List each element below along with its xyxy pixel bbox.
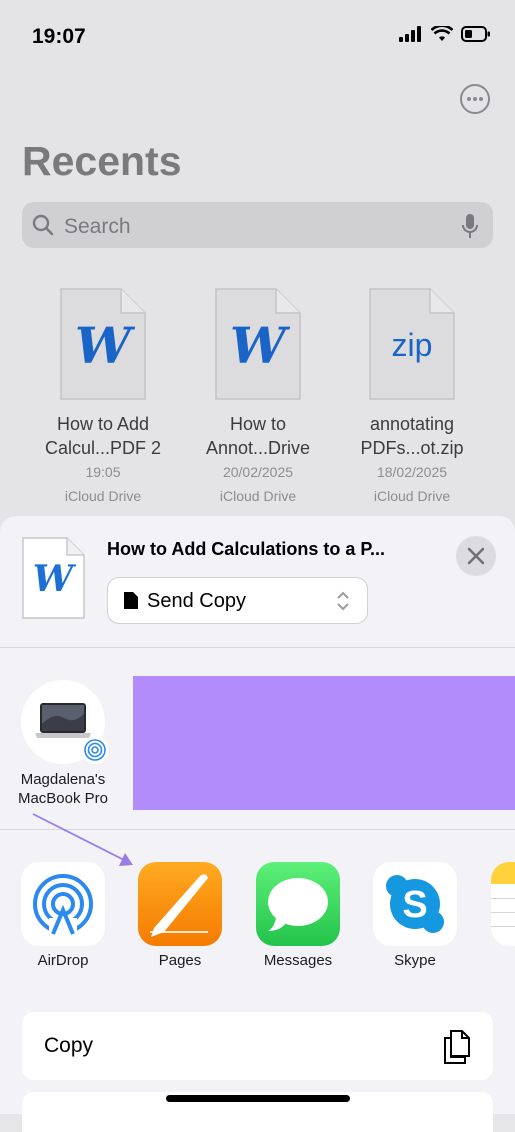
file-date: 18/02/2025 (376, 464, 448, 480)
skype-icon: S (373, 862, 457, 946)
battery-icon (461, 26, 490, 42)
copy-icon (444, 1030, 470, 1064)
airdrop-badge (81, 736, 109, 764)
shared-doc-title: How to Add Calculations to a P... (107, 539, 386, 559)
shared-doc-thumbnail: W (22, 537, 85, 619)
close-button[interactable] (456, 536, 496, 576)
app-skype[interactable]: S Skype (373, 862, 457, 969)
word-doc-icon: W (60, 288, 146, 400)
send-copy-select[interactable]: Send Copy (107, 577, 368, 624)
file-name-line1: annotating (369, 414, 455, 434)
file-name-line2: Annot...Drive (205, 438, 311, 458)
svg-text:zip: zip (392, 327, 433, 363)
app-label: AirDrop (37, 952, 89, 969)
file-name-line2: Calcul...PDF 2 (44, 438, 162, 458)
messages-icon (256, 862, 340, 946)
home-indicator (166, 1095, 350, 1102)
signal-icon (399, 26, 421, 42)
divider (0, 647, 515, 648)
app-notes[interactable]: N (491, 862, 515, 982)
word-doc-icon: W (22, 537, 85, 619)
app-label: N (491, 952, 515, 969)
close-icon (467, 547, 485, 565)
pages-icon (138, 862, 222, 946)
chevron-up-down-icon (337, 591, 349, 611)
notes-icon (491, 862, 515, 946)
app-label: Messages (263, 952, 333, 969)
app-label: Pages (158, 952, 202, 969)
file-item[interactable]: W How to Add Calcul...PDF 2 19:05 iCloud … (23, 288, 183, 508)
file-name-line2: PDFs...ot.zip (360, 438, 464, 458)
redacted-block (133, 676, 515, 810)
more-options-button[interactable] (460, 84, 490, 114)
action-label: Copy (44, 1034, 94, 1057)
microphone-icon[interactable] (462, 213, 478, 239)
file-date: 20/02/2025 (222, 464, 294, 480)
ellipsis-icon (467, 97, 483, 101)
send-copy-label: Send Copy (147, 590, 246, 612)
file-name-line1: How to Add (56, 414, 150, 434)
file-location: iCloud Drive (219, 488, 297, 504)
device-name-line2: MacBook Pro (17, 790, 109, 807)
page-title: Recents (22, 138, 182, 184)
file-name-line1: How to (229, 414, 287, 434)
wifi-icon (431, 26, 453, 41)
annotation-arrow (32, 813, 133, 866)
file-location: iCloud Drive (64, 488, 142, 504)
app-pages[interactable]: Pages (138, 862, 222, 969)
airdrop-device-button[interactable] (21, 680, 109, 764)
search-placeholder: Search (64, 215, 131, 238)
file-item[interactable]: W How to Annot...Drive 20/02/2025 iCloud … (178, 288, 338, 508)
svg-text:W: W (33, 558, 77, 600)
zip-icon: zip (369, 288, 455, 400)
status-time: 19:07 (32, 25, 86, 48)
svg-text:W: W (75, 316, 136, 375)
status-icons (399, 26, 491, 42)
airdrop-icon (84, 739, 106, 761)
document-icon (124, 592, 138, 609)
search-bar[interactable]: Search (22, 202, 493, 248)
app-airdrop[interactable]: AirDrop (21, 862, 105, 969)
file-date: 19:05 (85, 464, 121, 480)
app-messages[interactable]: Messages (256, 862, 340, 969)
file-location: iCloud Drive (373, 488, 451, 504)
file-item[interactable]: zip annotating PDFs...ot.zip 18/02/2025 i… (332, 288, 492, 508)
search-icon (32, 214, 54, 236)
airdrop-icon (21, 862, 105, 946)
svg-text:W: W (230, 316, 291, 375)
word-doc-icon: W (215, 288, 301, 400)
svg-text:S: S (402, 884, 427, 926)
device-name-line1: Magdalena's (20, 771, 106, 788)
airdrop-device-label: Magdalena's MacBook Pro (0, 770, 126, 808)
app-label: Skype (394, 952, 436, 969)
macbook-icon (35, 703, 91, 738)
copy-action[interactable]: Copy (22, 1012, 493, 1080)
